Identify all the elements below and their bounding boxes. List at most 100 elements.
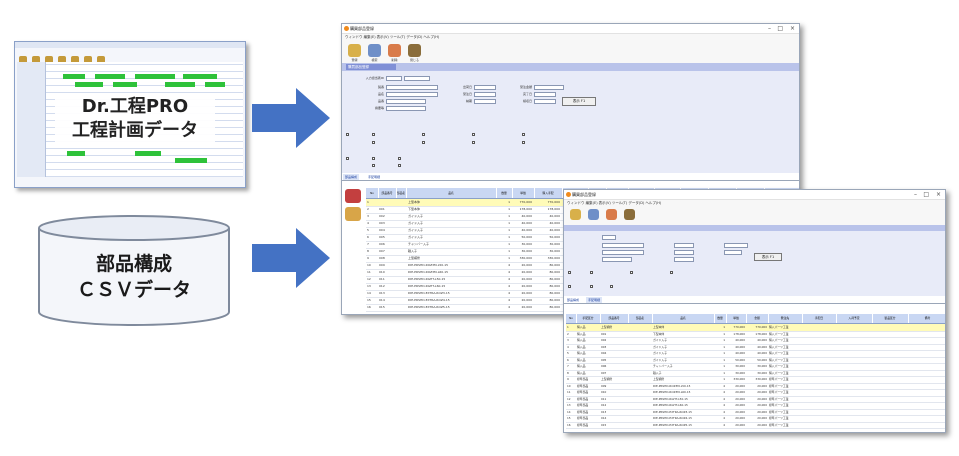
checkbox[interactable] (422, 133, 425, 136)
table-cell: 1 (508, 235, 510, 239)
delete-icon[interactable] (388, 44, 401, 57)
table-cell: 005 (379, 235, 385, 239)
table-cell (379, 199, 395, 206)
close-icon[interactable]: × (936, 190, 941, 199)
remarks-field[interactable] (386, 106, 426, 111)
search-icon[interactable] (588, 209, 599, 220)
checkbox[interactable] (568, 285, 571, 288)
app-icon (566, 192, 571, 197)
serial-field[interactable] (386, 85, 438, 90)
search-icon[interactable] (368, 44, 381, 57)
tool-orange-icon[interactable] (345, 207, 361, 221)
gantt-bar (63, 74, 85, 79)
minimize-icon[interactable]: – (914, 190, 917, 199)
product-name-field[interactable] (602, 250, 644, 255)
table-cell: 40,000 (521, 228, 533, 232)
register-icon[interactable] (570, 209, 581, 220)
field-label: 受注日 (462, 92, 472, 96)
show-button[interactable]: 表示 F1 (562, 97, 596, 106)
minimize-icon[interactable]: – (768, 24, 771, 33)
checkbox[interactable] (372, 141, 375, 144)
completion-date-field[interactable] (724, 250, 742, 255)
column-header: 単価 (726, 314, 747, 323)
order-date-field[interactable] (674, 250, 694, 255)
register-icon[interactable] (348, 44, 361, 57)
checkbox[interactable] (398, 157, 401, 160)
checkbox[interactable] (422, 141, 425, 144)
maximize-icon[interactable]: □ (777, 24, 783, 33)
delete-icon[interactable] (606, 209, 617, 220)
table-cell: 上型本体 (408, 200, 421, 204)
exit-door-icon[interactable] (624, 209, 635, 220)
table-row[interactable]: 16 標準部品 015 DIE-PRSHD-EXTRA-ROZ5-15 4 20,000 2… (566, 422, 945, 429)
checkbox[interactable] (372, 157, 375, 160)
product-name-field[interactable] (386, 92, 438, 97)
checkbox[interactable] (346, 157, 349, 160)
checkbox[interactable] (372, 164, 375, 167)
order-amount-field[interactable] (724, 243, 748, 248)
checkbox[interactable] (590, 285, 593, 288)
user-id-field[interactable] (602, 235, 616, 240)
tab-orders[interactable]: 手配明細 (366, 174, 382, 180)
checkbox[interactable] (610, 285, 613, 288)
table-cell: 30,000 (549, 242, 561, 246)
table-cell: 20,000 (521, 270, 533, 274)
checkbox[interactable] (590, 271, 593, 274)
menu-bar[interactable]: ウィンドウ 編集(E) 表示(V) ツール(T) データ(D) ヘルプ(H) (564, 200, 945, 207)
ship-date-field[interactable] (674, 243, 694, 248)
table-cell: DIE-PRSHD-EXTRA-ROZ5-15 (653, 422, 692, 427)
ship-date-field[interactable] (474, 85, 496, 90)
gantt-bar (165, 82, 195, 87)
table-cell: 2 (367, 207, 369, 211)
order-amount-field[interactable] (534, 85, 564, 90)
gantt-bar (175, 158, 207, 163)
checkbox[interactable] (522, 133, 525, 136)
checkbox[interactable] (522, 141, 525, 144)
checkbox[interactable] (472, 141, 475, 144)
order-date-field[interactable] (474, 92, 496, 97)
table-cell: 40,000 (521, 214, 533, 218)
table-cell: 11 (367, 270, 371, 274)
checkbox[interactable] (630, 271, 633, 274)
show-button[interactable]: 表示 F1 (754, 253, 782, 261)
thumbnail-caption: Dr.工程PRO 工程計画データ (55, 93, 215, 145)
serial-field[interactable] (602, 243, 644, 248)
table-cell: 770,000 (547, 200, 560, 204)
table-cell: 40,000 (549, 221, 561, 225)
tab-parts[interactable]: 部品構成 (343, 174, 360, 180)
table-cell: 20,000 (521, 277, 533, 281)
due-date-field[interactable] (474, 99, 496, 104)
completion-date-field[interactable] (534, 92, 556, 97)
field-label: 納期 (465, 99, 472, 103)
detail-tabs: 部品構成 手配明細 (564, 297, 945, 304)
maximize-icon[interactable]: □ (923, 190, 929, 199)
table-cell: 20,000 (735, 422, 745, 427)
menu-bar[interactable]: ウィンドウ 編集(E) 表示(V) ツール(T) データ(D) ヘルプ(H) (342, 34, 799, 41)
checkbox[interactable] (670, 271, 673, 274)
user-name-field[interactable] (404, 76, 430, 81)
due-date-field[interactable] (674, 257, 694, 262)
arrow-right-icon (252, 228, 330, 288)
inspection-date-field[interactable] (534, 99, 556, 104)
column-header: 単価 (512, 188, 535, 198)
window-titlebar: 購買部品登録 – □ × (564, 190, 945, 200)
table-cell: 80,000 (549, 277, 561, 281)
tool-red-icon[interactable] (345, 189, 361, 203)
checkbox[interactable] (568, 271, 571, 274)
part-number-field[interactable] (386, 99, 426, 104)
tab-parts[interactable]: 部品構成 (565, 297, 581, 303)
checkbox[interactable] (372, 133, 375, 136)
grid-header: No 手配区分 部品番号 部品名 品名 数量 単価 金額 発注先 手配日 入荷予… (566, 314, 945, 324)
table-cell: 80,000 (549, 263, 561, 267)
close-icon[interactable]: × (790, 24, 795, 33)
tab-orders[interactable]: 手配明細 (586, 297, 603, 303)
table-cell: 20,000 (521, 284, 533, 288)
exit-door-icon[interactable] (408, 44, 421, 57)
checkbox[interactable] (346, 133, 349, 136)
table-cell: DIE-PRSHD-RGHT-L50-15 (408, 277, 446, 281)
checkbox[interactable] (398, 164, 401, 167)
column-header: 製品区分 (872, 314, 909, 323)
part-number-field[interactable] (602, 257, 632, 262)
checkbox[interactable] (472, 133, 475, 136)
user-id-field[interactable] (386, 76, 402, 81)
